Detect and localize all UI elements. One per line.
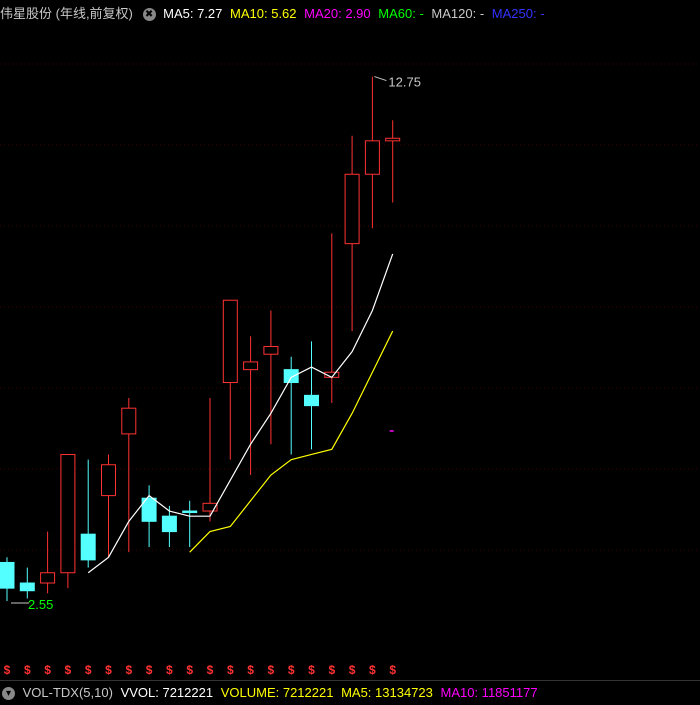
indicator-menu-icon[interactable]: ▾ [2,687,15,701]
candle-body-up [101,464,116,497]
dividend-marker: $ [389,663,396,677]
dividend-marker: $ [44,663,51,677]
high-arrow [374,76,387,82]
dividend-marker: $ [166,663,173,677]
candle-body-up [344,173,360,245]
dividend-marker: $ [308,663,315,677]
volume-value: VOLUME: 7212221 [220,685,334,700]
dividend-marker: $ [146,663,153,677]
dividend-marker: $ [288,663,295,677]
dividend-marker: $ [24,663,31,677]
dividend-marker: $ [4,663,11,677]
dividend-marker: $ [268,663,275,677]
candle-body-up [60,453,76,574]
dividend-marker: $ [85,663,92,677]
dividend-marker: $ [207,663,214,677]
candle-body-down [283,369,299,383]
vol-ma5-value: MA5: 13134723 [341,685,433,700]
vol-ma10-value: MA10: 11851177 [440,685,538,700]
candle-body-up [222,299,238,383]
dividend-marker: $ [369,663,376,677]
dividend-marker: $ [328,663,335,677]
candle-body-up [243,361,259,371]
candle-body-down [304,394,319,407]
high-price-label: 12.75 [388,75,421,90]
dividend-marker: $ [65,663,72,677]
indicator-name[interactable]: VOL-TDX(5,10) [23,685,113,700]
candle-body-up [364,140,380,175]
dividend-marker: $ [125,663,132,677]
candle-body-up [385,137,401,142]
candle-body-down [161,515,177,533]
candle-body-up [40,572,56,584]
dividend-marker: $ [186,663,193,677]
candlestick-chart[interactable]: 12.75 2.55 $ $ $ $ $ $ $ $ $ $ $ $ $ $ $ $ $ $ $ $ [0,0,700,680]
candle-body-down [182,510,198,514]
candle-body-down [80,533,96,561]
dividend-marker: $ [349,663,356,677]
candle-body-up [263,346,279,355]
candle-body-down [0,561,15,589]
candle-body-down [19,582,35,592]
dividend-marker: $ [227,663,234,677]
candle-body-up [121,407,137,435]
vvol-value: VVOL: 7212221 [120,685,214,700]
low-price-label: 2.55 [28,597,53,612]
dividend-marker: $ [247,663,254,677]
volume-indicator-bar: ▾ VOL-TDX(5,10) VVOL: 7212221 VOLUME: 72… [0,680,700,705]
dividend-marker: $ [105,663,112,677]
